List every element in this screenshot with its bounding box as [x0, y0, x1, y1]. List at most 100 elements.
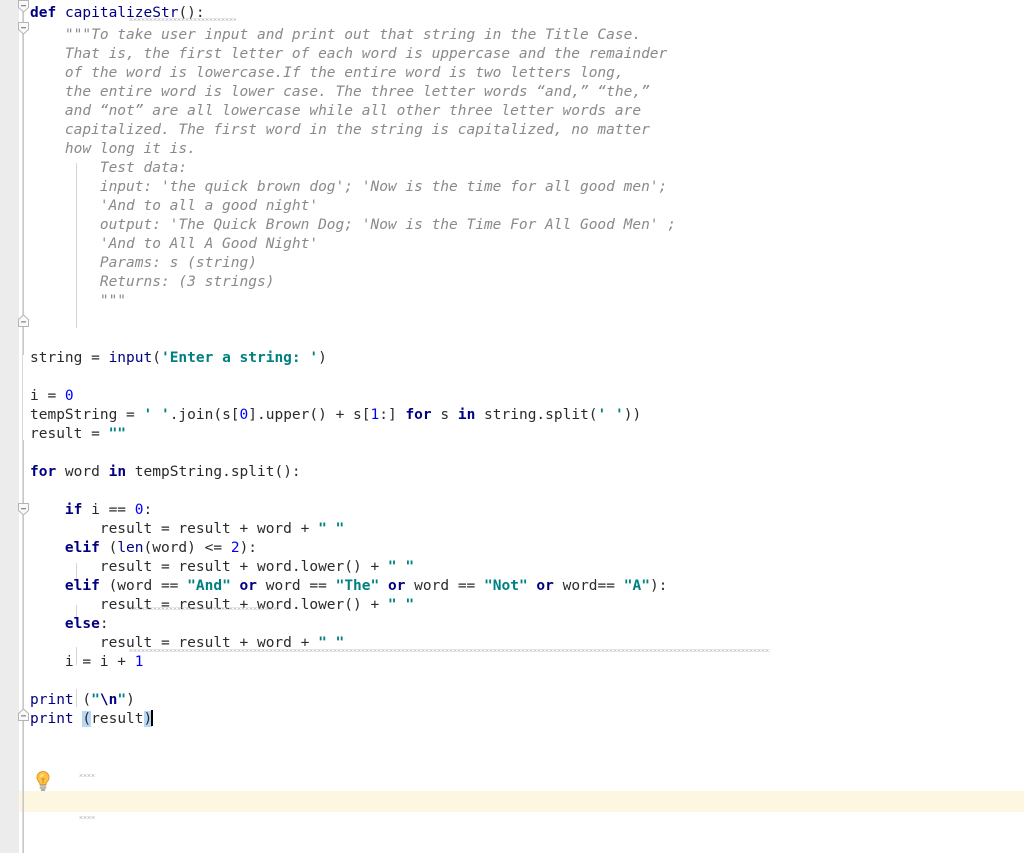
- code-line[interactable]: input: 'the quick brown dog'; 'Now is th…: [0, 177, 667, 198]
- code-line-content: Returns: (3 strings): [0, 272, 275, 293]
- code-token-plain: string =: [30, 350, 109, 366]
- code-token-doc: Params: s (string): [30, 255, 257, 271]
- code-token-plain: ): [126, 692, 135, 708]
- code-line-content: 'And to All A Good Night': [0, 234, 318, 255]
- code-line[interactable]: result = result + word.lower() + " ": [0, 595, 414, 616]
- code-token-kw: else: [64, 616, 100, 632]
- code-token-str: "": [108, 426, 127, 442]
- code-token-str: ' ': [143, 407, 170, 423]
- code-token-plain: (word ==: [99, 578, 188, 594]
- code-line[interactable]: result = result + word + " ": [0, 633, 344, 654]
- code-line-content: capitalized. The first word in the strin…: [0, 120, 650, 141]
- code-line-content: tempString = ' '.join(s[0].upper() + s[1…: [0, 405, 641, 426]
- code-token-str: ' ': [597, 407, 624, 423]
- code-token-kw: or: [239, 578, 258, 594]
- code-line[interactable]: string = input('Enter a string: '): [0, 348, 327, 369]
- code-line-content: That is, the first letter of each word i…: [0, 44, 667, 65]
- code-line[interactable]: def capitalizeStr():: [0, 3, 205, 24]
- code-token-plain: i = i +: [30, 654, 135, 670]
- code-token-plain: ):: [239, 540, 258, 556]
- fold-marker-docstring[interactable]: [18, 22, 29, 35]
- code-line[interactable]: elif (len(word) <= 2):: [0, 538, 257, 559]
- code-line-content: result = result + word + " ": [0, 633, 344, 654]
- code-text-area[interactable]: def capitalizeStr(): """To take user inp…: [0, 0, 1024, 853]
- code-line-content: output: 'The Quick Brown Dog; 'Now is th…: [0, 215, 676, 236]
- code-token-kw: in: [457, 407, 476, 423]
- code-token-plain: :: [143, 502, 153, 518]
- code-token-bi: input: [108, 350, 153, 366]
- code-token-doc: output: 'The Quick Brown Dog; 'Now is th…: [30, 217, 677, 233]
- code-token-plain: (: [73, 692, 92, 708]
- code-line-content: result = result + word.lower() + " ": [0, 557, 414, 578]
- fold-marker-for-end[interactable]: [18, 709, 29, 721]
- code-token-plain: tempString =: [30, 407, 144, 423]
- code-line[interactable]: result = result + word + " ": [0, 519, 344, 540]
- code-line[interactable]: elif (word == "And" or word == "The" or …: [0, 576, 667, 597]
- code-line[interactable]: 'And to All A Good Night': [0, 234, 318, 255]
- code-line[interactable]: of the word is lowercase.If the entire w…: [0, 63, 624, 84]
- code-line-content: Params: s (string): [0, 253, 257, 274]
- code-editor[interactable]: def capitalizeStr(): """To take user inp…: [0, 0, 1024, 853]
- code-token-kw: for: [405, 407, 432, 423]
- code-line[interactable]: print ("\n"): [0, 690, 135, 711]
- fold-marker-def-end[interactable]: [18, 315, 29, 327]
- code-token-str: " ": [387, 559, 415, 575]
- code-token-plain: tempString.split():: [126, 464, 301, 480]
- code-token-plain: i ==: [82, 502, 135, 518]
- gutter-edge: [18, 0, 19, 853]
- code-token-plain: .join(s[: [169, 407, 240, 423]
- code-token-doc: 'And to all a good night': [30, 198, 319, 214]
- code-token-kw: def: [30, 5, 57, 21]
- code-token-kw: or: [387, 578, 406, 594]
- code-token-plain: (: [99, 540, 118, 556]
- code-line[interactable]: 'And to all a good night': [0, 196, 318, 217]
- code-line[interactable]: tempString = ' '.join(s[0].upper() + s[1…: [0, 405, 641, 426]
- code-token-plain: string.split(: [475, 407, 598, 423]
- code-line[interactable]: output: 'The Quick Brown Dog; 'Now is th…: [0, 215, 676, 236]
- code-line-content: the entire word is lower case. The three…: [0, 82, 650, 103]
- fold-marker-def-capitalizeStr[interactable]: [18, 0, 29, 13]
- code-token-fn: print: [30, 692, 74, 708]
- code-token-plain: result = result + word +: [30, 635, 319, 651]
- code-line[interactable]: Returns: (3 strings): [0, 272, 275, 293]
- code-token-plain: ].upper() + s[: [248, 407, 371, 423]
- code-line[interactable]: for word in tempString.split():: [0, 462, 301, 483]
- editor-gutter[interactable]: [0, 0, 18, 853]
- code-token-str: " ": [318, 635, 345, 651]
- code-line[interactable]: That is, the first letter of each word i…: [0, 44, 667, 65]
- code-token-fn: print: [30, 711, 74, 727]
- code-line[interactable]: and “not” are all lowercase while all ot…: [0, 101, 641, 122]
- code-token-plain: (word) <=: [143, 540, 231, 556]
- code-token-str: " ": [387, 597, 415, 613]
- code-line-content: input: 'the quick brown dog'; 'Now is th…: [0, 177, 667, 198]
- matching-brace: (: [82, 711, 92, 727]
- code-token-doc: capitalized. The first word in the strin…: [30, 122, 650, 138]
- code-line-content: elif (len(word) <= 2):: [0, 538, 257, 559]
- code-line[interactable]: Params: s (string): [0, 253, 257, 274]
- code-token-str: ": [91, 692, 100, 708]
- fold-marker-for-loop[interactable]: [18, 503, 29, 516]
- code-line[interactable]: capitalized. The first word in the strin…: [0, 120, 650, 141]
- code-token-esc: \n: [99, 692, 118, 708]
- code-line[interactable]: the entire word is lower case. The three…: [0, 82, 650, 103]
- code-token-doc: input: 'the quick brown dog'; 'Now is th…: [30, 179, 668, 195]
- code-line-content: Test data:: [0, 158, 187, 179]
- code-line[interactable]: how long it is.: [0, 139, 196, 160]
- code-line[interactable]: """To take user input and print out that…: [0, 25, 641, 46]
- code-token-doc: Returns: (3 strings): [30, 274, 275, 290]
- code-token-str: "Not": [484, 578, 528, 594]
- code-line[interactable]: Test data:: [0, 158, 187, 179]
- code-token-num: 1: [370, 407, 380, 423]
- code-token-num: 0: [64, 388, 74, 404]
- code-token-fn: capitalizeStr: [64, 5, 179, 21]
- code-token-doc: the entire word is lower case. The three…: [30, 84, 650, 100]
- code-token-kw: elif: [64, 578, 100, 594]
- code-line[interactable]: result = result + word.lower() + " ": [0, 557, 414, 578]
- lightbulb-icon[interactable]: [34, 770, 52, 792]
- code-line-content: of the word is lowercase.If the entire w…: [0, 63, 624, 84]
- code-line-content: """To take user input and print out that…: [0, 25, 641, 46]
- code-token-str: "A": [623, 578, 650, 594]
